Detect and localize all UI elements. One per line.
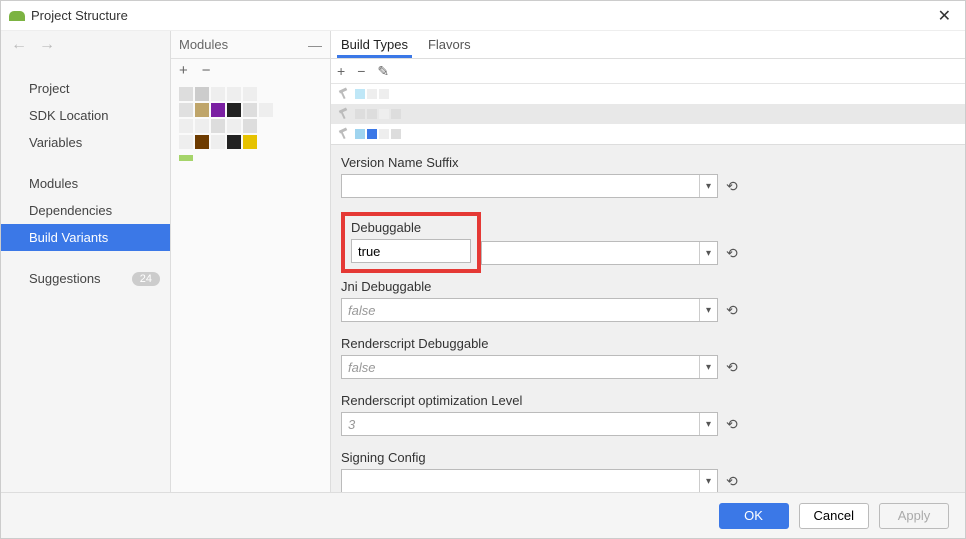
sidebar-item-modules[interactable]: Modules [1,170,170,197]
build-types-toolbar: + − ✎ [331,59,965,83]
field-label: Renderscript optimization Level [341,393,951,408]
nav-arrows: ← → [1,31,170,59]
chevron-down-icon[interactable]: ▾ [699,299,717,321]
titlebar: Project Structure ✕ [1,1,965,31]
close-icon[interactable]: ✕ [932,4,957,28]
version-name-suffix-input[interactable] [342,175,699,197]
build-type-list [331,83,965,144]
collapse-icon[interactable]: — [308,37,322,53]
dialog-footer: OK Cancel Apply [1,492,965,538]
ok-button[interactable]: OK [719,503,789,529]
remove-build-type-icon[interactable]: − [357,64,365,78]
field-renderscript-optimization: Renderscript optimization Level ▾ ⟲ [341,393,951,436]
back-icon[interactable]: ← [11,36,27,54]
debuggable-combo-visible[interactable] [351,239,471,263]
apply-button[interactable]: Apply [879,503,949,529]
remove-module-icon[interactable]: − [202,63,211,78]
chevron-down-icon[interactable]: ▾ [699,470,717,492]
jni-debuggable-input[interactable] [342,299,699,321]
revert-icon[interactable]: ⟲ [726,302,736,319]
hammer-icon [337,108,349,120]
renderscript-debuggable-combo[interactable]: ▾ [341,355,718,379]
sidebar-item-label: Modules [29,176,78,191]
tab-build-types[interactable]: Build Types [337,33,412,58]
properties-form: Version Name Suffix ▾ ⟲ Debuggable [331,144,965,492]
build-type-row[interactable] [331,124,965,144]
field-label: Renderscript Debuggable [341,336,951,351]
sidebar-item-label: Variables [29,135,82,150]
signing-config-combo[interactable]: ▾ [341,469,718,492]
field-label: Jni Debuggable [341,279,951,294]
android-icon [9,11,25,21]
hammer-icon [337,88,349,100]
chevron-down-icon[interactable]: ▾ [699,175,717,197]
tabs: Build Types Flavors [331,31,965,59]
revert-icon[interactable]: ⟲ [726,178,736,195]
tab-flavors[interactable]: Flavors [424,33,475,58]
field-label: Version Name Suffix [341,155,951,170]
revert-icon[interactable]: ⟲ [726,359,736,376]
sidebar-item-variables[interactable]: Variables [1,129,170,156]
add-module-icon[interactable]: + [179,63,188,78]
hammer-icon [337,128,349,140]
renderscript-optimization-combo[interactable]: ▾ [341,412,718,436]
debuggable-combo-tail[interactable]: ▾ [481,241,718,265]
sidebar-item-build-variants[interactable]: Build Variants [1,224,170,251]
signing-config-input[interactable] [342,470,699,492]
modules-header-label: Modules [179,37,228,52]
chevron-down-icon[interactable]: ▾ [699,356,717,378]
revert-icon[interactable]: ⟲ [726,245,736,262]
debuggable-input[interactable] [352,244,470,259]
sidebar: ← → Project SDK Location Variables Modul… [1,31,171,492]
sidebar-item-label: Project [29,81,69,96]
sidebar-item-label: SDK Location [29,108,109,123]
renderscript-optimization-input[interactable] [342,413,699,435]
field-label: Signing Config [341,450,951,465]
modules-list[interactable] [171,81,330,169]
chevron-down-icon[interactable]: ▾ [699,413,717,435]
debuggable-input-tail[interactable] [482,242,699,264]
version-name-suffix-combo[interactable]: ▾ [341,174,718,198]
field-jni-debuggable: Jni Debuggable ▾ ⟲ [341,279,951,322]
project-structure-dialog: Project Structure ✕ ← → Project SDK Loca… [0,0,966,539]
jni-debuggable-combo[interactable]: ▾ [341,298,718,322]
sidebar-item-project[interactable]: Project [1,75,170,102]
sidebar-item-label: Build Variants [29,230,108,245]
chevron-down-icon[interactable]: ▾ [699,242,717,264]
field-signing-config: Signing Config ▾ ⟲ [341,450,951,492]
edit-icon[interactable]: ✎ [377,64,389,78]
build-type-row[interactable] [331,104,965,124]
revert-icon[interactable]: ⟲ [726,416,736,433]
forward-icon[interactable]: → [39,36,55,54]
sidebar-item-label: Suggestions [29,271,101,286]
modules-header: Modules — [171,31,330,59]
main-panel: Build Types Flavors + − ✎ [331,31,965,492]
field-version-name-suffix: Version Name Suffix ▾ ⟲ [341,155,951,198]
window-title: Project Structure [31,8,128,23]
dialog-body: ← → Project SDK Location Variables Modul… [1,31,965,492]
cancel-button[interactable]: Cancel [799,503,869,529]
debuggable-highlight: Debuggable [341,212,481,273]
suggestions-badge: 24 [132,272,160,286]
field-label: Debuggable [351,220,471,235]
revert-icon[interactable]: ⟲ [726,473,736,490]
renderscript-debuggable-input[interactable] [342,356,699,378]
add-build-type-icon[interactable]: + [337,64,345,78]
modules-toolbar: + − [171,59,330,81]
field-debuggable-tail: ▾ ⟲ [481,241,951,265]
sidebar-item-suggestions[interactable]: Suggestions 24 [1,265,170,292]
sidebar-item-sdk-location[interactable]: SDK Location [1,102,170,129]
field-renderscript-debuggable: Renderscript Debuggable ▾ ⟲ [341,336,951,379]
sidebar-list: Project SDK Location Variables Modules D… [1,59,170,292]
sidebar-item-dependencies[interactable]: Dependencies [1,197,170,224]
build-type-row[interactable] [331,84,965,104]
modules-column: Modules — + − [171,31,331,492]
sidebar-item-label: Dependencies [29,203,112,218]
